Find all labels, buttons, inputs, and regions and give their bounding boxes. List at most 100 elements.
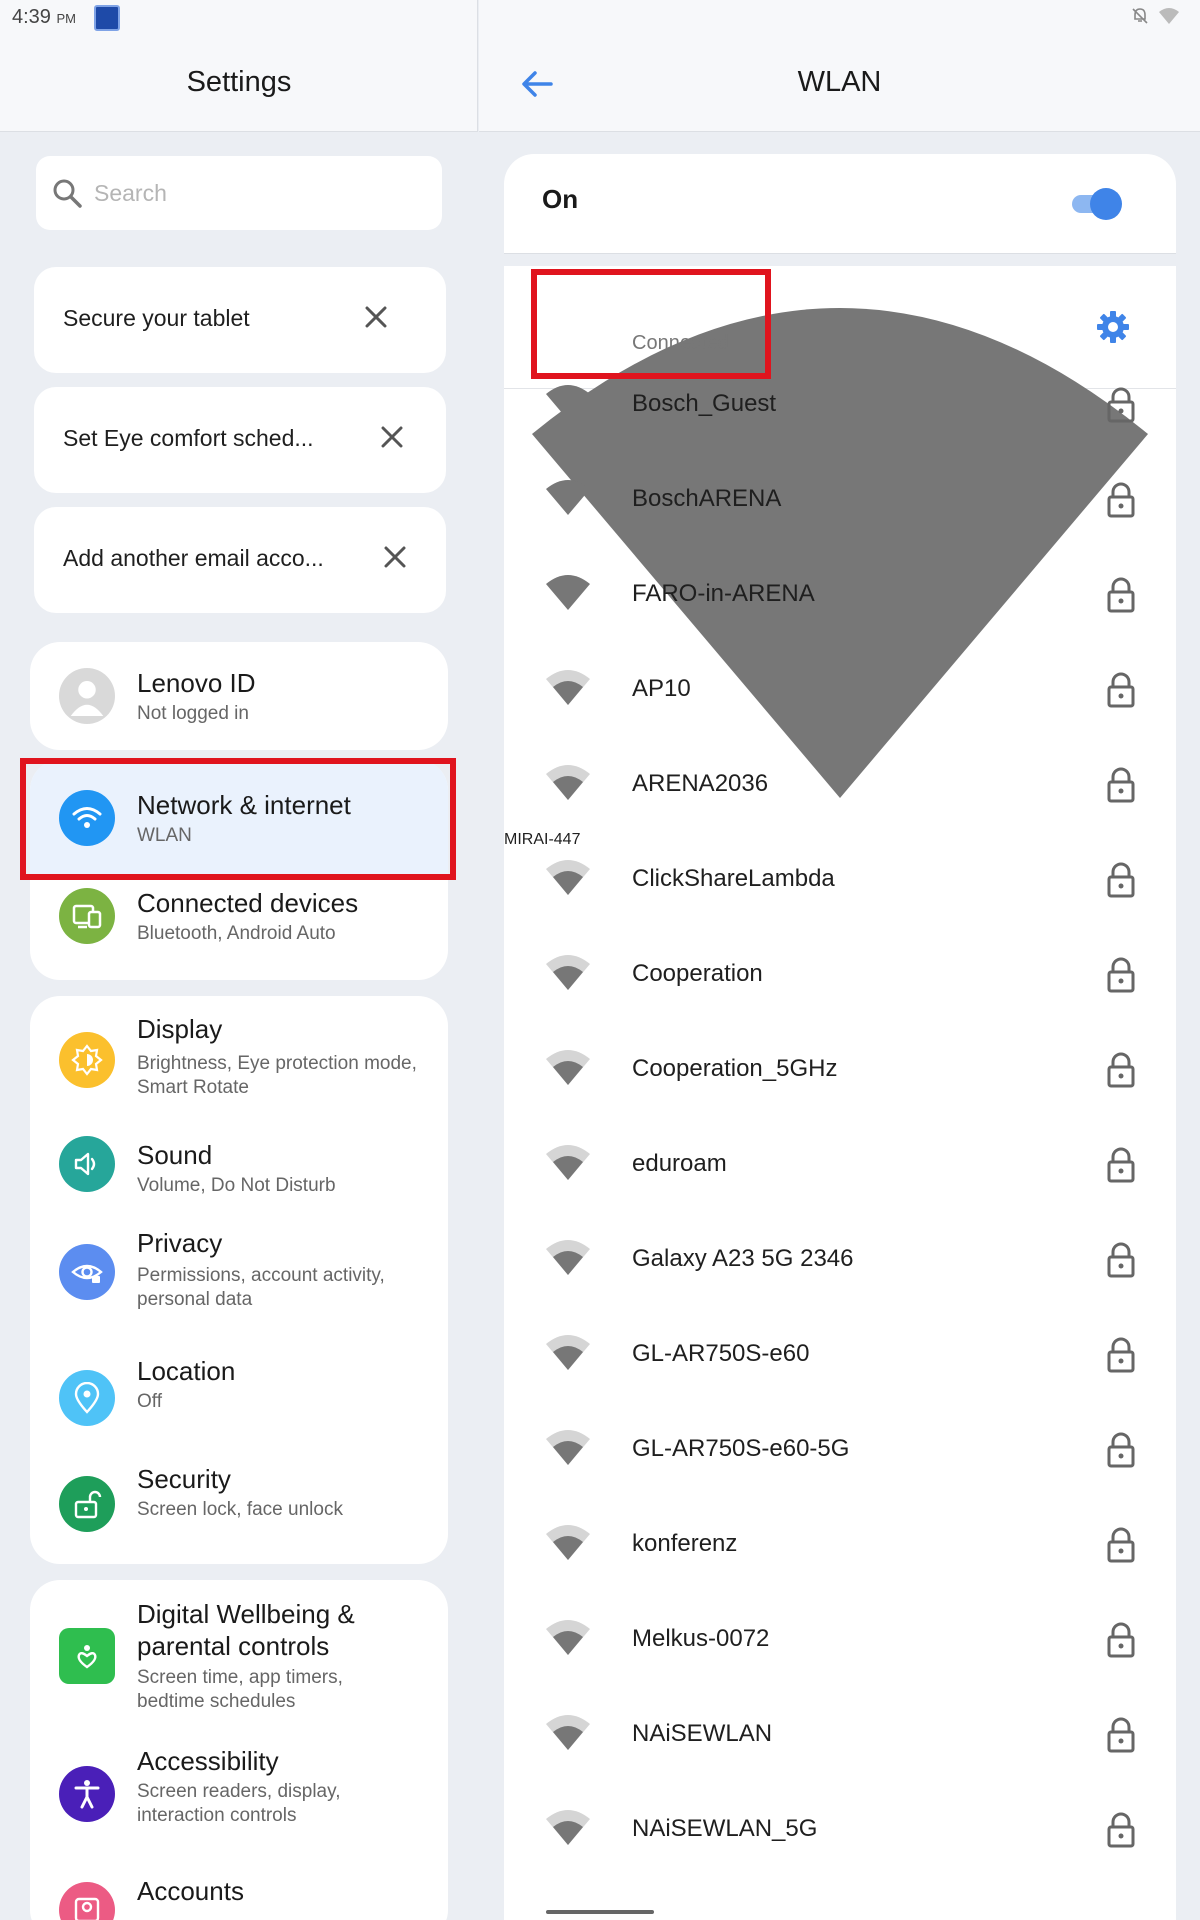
wifi-signal-icon (546, 670, 590, 705)
network-row[interactable]: Galaxy A23 5G 2346 (504, 1217, 1176, 1312)
settings-item-security[interactable]: Security Screen lock, face unlock (30, 1452, 448, 1564)
network-name: Bosch_Guest (632, 390, 777, 417)
wifi-network-list: MIRAI-447 Connected Bosch_Guest BoschAREN… (504, 266, 1176, 1920)
search-icon (53, 179, 82, 208)
network-row[interactable]: GL-AR750S-e60 (504, 1312, 1176, 1407)
network-row[interactable]: Cooperation (504, 932, 1176, 1027)
settings-item-subtitle: Volume, Do Not Disturb (137, 1175, 336, 1196)
page-title: Settings (186, 66, 292, 98)
network-row[interactable]: ARENA2036 (504, 742, 1176, 837)
status-icons (1130, 6, 1180, 26)
connected-devices-icon (59, 888, 115, 944)
network-row[interactable]: BoschARENA (504, 457, 1176, 552)
wifi-signal-icon (546, 765, 590, 800)
device-settings-card: Display Brightness, Eye protection mode,… (30, 996, 448, 1564)
settings-item-display[interactable]: Display Brightness, Eye protection mode,… (30, 996, 448, 1116)
settings-item-accessibility[interactable]: Accessibility Screen readers, display, i… (30, 1728, 448, 1856)
wifi-signal-icon (546, 860, 590, 895)
wlan-toggle-label: On (542, 184, 579, 214)
network-row[interactable]: NAiSEWLAN (504, 1692, 1176, 1787)
lenovo-id-card[interactable]: Lenovo ID Not logged in (30, 642, 448, 750)
suggestion-card-eye-comfort[interactable]: Set Eye comfort sched... (34, 387, 446, 493)
settings-item-subtitle: Bluetooth, Android Auto (137, 923, 336, 944)
suggestion-card-secure[interactable]: Secure your tablet (34, 267, 446, 373)
network-name: NAiSEWLAN_5G (632, 1815, 818, 1842)
settings-item-subtitle: Permissions, account activity, personal … (137, 1265, 385, 1310)
network-row[interactable]: NAiSEWLAN_5G (504, 1787, 1176, 1882)
settings-item-title: Lenovo ID (137, 668, 256, 698)
notification-app-icon (94, 5, 120, 31)
wlan-toggle-row[interactable]: On (504, 154, 1176, 254)
settings-item-title: Connected devices (137, 888, 359, 918)
settings-item-title: Accessibility (137, 1746, 279, 1776)
network-name: Galaxy A23 5G 2346 (632, 1245, 854, 1272)
settings-item-subtitle: Not logged in (137, 703, 249, 724)
settings-item-title: Privacy (137, 1228, 223, 1258)
settings-item-connected-devices[interactable]: Connected devices Bluetooth, Android Aut… (30, 874, 448, 980)
settings-item-title: Display (137, 1014, 223, 1044)
network-name: FARO-in-ARENA (632, 580, 815, 607)
network-name: eduroam (632, 1150, 727, 1177)
wlan-toggle-switch[interactable] (1068, 186, 1124, 222)
suggestion-label: Add another email acco... (63, 545, 324, 571)
settings-item-subtitle: Screen readers, display, interaction con… (137, 1781, 341, 1826)
settings-item-title: Accounts (137, 1876, 244, 1906)
settings-item-title: Location (137, 1356, 236, 1386)
wifi-signal-icon (546, 575, 590, 610)
network-row[interactable]: eduroam (504, 1122, 1176, 1217)
lock-icon (1107, 482, 1135, 518)
settings-item-title: Sound (137, 1140, 213, 1170)
network-row[interactable]: AP10 (504, 647, 1176, 742)
lock-icon (1107, 672, 1135, 708)
settings-item-accounts[interactable]: Accounts (30, 1856, 448, 1920)
wifi-signal-icon (546, 1525, 590, 1560)
accounts-icon (59, 1882, 115, 1920)
wifi-signal-icon (546, 1240, 590, 1275)
settings-item-digital-wellbeing[interactable]: Digital Wellbeing & parental controls Sc… (30, 1580, 448, 1728)
network-row[interactable]: GL-AR750S-e60-5G (504, 1407, 1176, 1502)
silent-icon (1132, 8, 1148, 24)
settings-item-title: Security (137, 1464, 231, 1494)
network-row[interactable]: Cooperation_5GHz (504, 1027, 1176, 1122)
accessibility-icon (59, 1766, 115, 1822)
network-row[interactable]: konferenz (504, 1502, 1176, 1597)
lock-icon (1107, 1052, 1135, 1088)
network-name: NAiSEWLAN (632, 1720, 773, 1747)
lock-icon (1107, 767, 1135, 803)
network-row[interactable]: ClickShareLambda (504, 837, 1176, 932)
suggestion-card-email[interactable]: Add another email acco... (34, 507, 446, 613)
scroll-indicator[interactable] (546, 1910, 654, 1914)
settings-item-location[interactable]: Location Off (30, 1344, 448, 1452)
personal-settings-card: Digital Wellbeing & parental controls Sc… (30, 1580, 448, 1920)
settings-item-privacy[interactable]: Privacy Permissions, account activity, p… (30, 1220, 448, 1344)
network-row[interactable]: FARO-in-ARENA (504, 552, 1176, 647)
close-icon[interactable] (372, 417, 412, 457)
search-bar[interactable] (36, 156, 442, 230)
lock-icon (1107, 957, 1135, 993)
gear-icon[interactable] (1094, 308, 1132, 346)
wifi-signal-icon (546, 1050, 590, 1085)
search-input[interactable] (94, 170, 424, 216)
wifi-signal-icon (546, 385, 590, 420)
privacy-icon (59, 1244, 115, 1300)
network-name: Melkus-0072 (632, 1625, 770, 1652)
settings-item-subtitle: Screen lock, face unlock (137, 1499, 343, 1520)
network-row[interactable]: Melkus-0072 (504, 1597, 1176, 1692)
toggle-knob (1090, 188, 1122, 220)
settings-item-subtitle: Off (137, 1391, 162, 1412)
wifi-status-icon (1159, 8, 1179, 24)
lock-icon (1107, 577, 1135, 613)
highlight-box-connected (531, 269, 771, 379)
wifi-signal-icon (546, 480, 590, 515)
close-icon[interactable] (356, 297, 396, 337)
network-name: GL-AR750S-e60 (632, 1340, 810, 1367)
settings-item-subtitle: Brightness, Eye protection mode, Smart R… (137, 1053, 417, 1098)
avatar (59, 668, 115, 724)
close-icon[interactable] (375, 537, 415, 577)
person-icon (70, 681, 104, 716)
lock-icon (1107, 387, 1135, 423)
wifi-signal-icon (546, 1620, 590, 1655)
settings-item-sound[interactable]: Sound Volume, Do Not Disturb (30, 1116, 448, 1220)
sound-icon (59, 1136, 115, 1192)
wifi-signal-icon (546, 1145, 590, 1180)
